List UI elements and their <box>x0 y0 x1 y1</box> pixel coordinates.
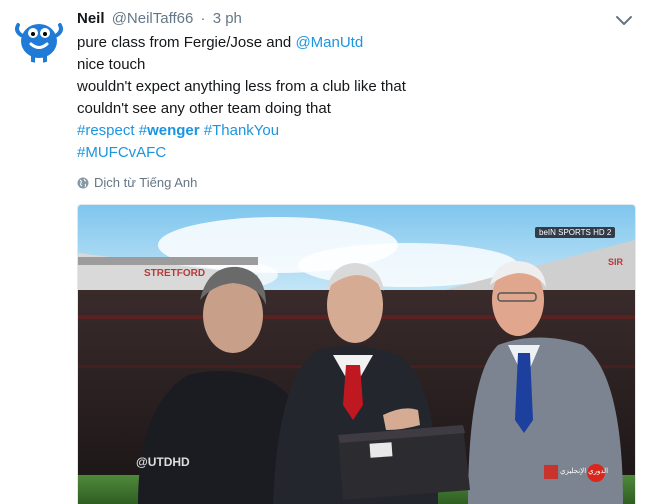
translate-label: Dịch từ Tiếng Anh <box>94 175 198 190</box>
tweet-text: pure class from Fergie/Jose and @ManUtd … <box>77 32 617 164</box>
hashtag-link[interactable]: #ThankYou <box>204 122 279 139</box>
separator-dot: · <box>200 10 206 27</box>
stadium-sign-left: STRETFORD <box>144 268 206 279</box>
tweet-header: Neil @NeilTaff66 · 3 ph <box>77 9 242 29</box>
hashtag-link[interactable]: #wenger <box>139 122 200 139</box>
hashtag-link[interactable]: #MUFCvAFC <box>77 144 166 161</box>
avatar-image <box>13 11 65 63</box>
stadium-sign-right: SIR <box>608 257 624 267</box>
user-handle[interactable]: @NeilTaff66 <box>112 10 194 27</box>
hashtag-symbol: # <box>138 122 148 139</box>
tweet-line-2: nice touch <box>77 56 146 73</box>
avatar[interactable] <box>13 11 65 63</box>
tweet-line-hashtags: #respect #wenger #ThankYou <box>77 120 617 142</box>
more-options-button[interactable] <box>615 13 633 27</box>
tweet-line-1: pure class from Fergie/Jose and @ManUtd <box>77 32 617 54</box>
tweet-line-4: couldn't see any other team doing that <box>77 100 331 117</box>
tweet-line-hashtag-2: #MUFCvAFC <box>77 142 617 164</box>
tweet-photo[interactable]: beIN SPORTS HD 2 @UTDHD STRETFORD SIR ال… <box>77 204 636 504</box>
mention-link[interactable]: @ManUtd <box>295 34 363 51</box>
hashtag-word: respect <box>85 122 135 139</box>
globe-icon <box>77 177 89 189</box>
chevron-down-icon <box>616 16 632 25</box>
photo-watermark: @UTDHD <box>136 455 190 469</box>
tweet-timestamp[interactable]: 3 ph <box>213 10 242 27</box>
tweet-text-part: pure class from Fergie/Jose and <box>77 34 296 51</box>
tweet-line-3: wouldn't expect anything less from a clu… <box>77 78 406 95</box>
hashtag-link[interactable]: #respect <box>77 122 135 139</box>
hashtag-word: wenger <box>147 122 200 139</box>
broadcaster-badge: beIN SPORTS HD 2 <box>535 227 616 238</box>
broadcast-caption: الدوري الإنجليزي <box>560 468 609 475</box>
display-name[interactable]: Neil <box>77 10 105 27</box>
translate-button[interactable]: Dịch từ Tiếng Anh <box>77 174 197 192</box>
